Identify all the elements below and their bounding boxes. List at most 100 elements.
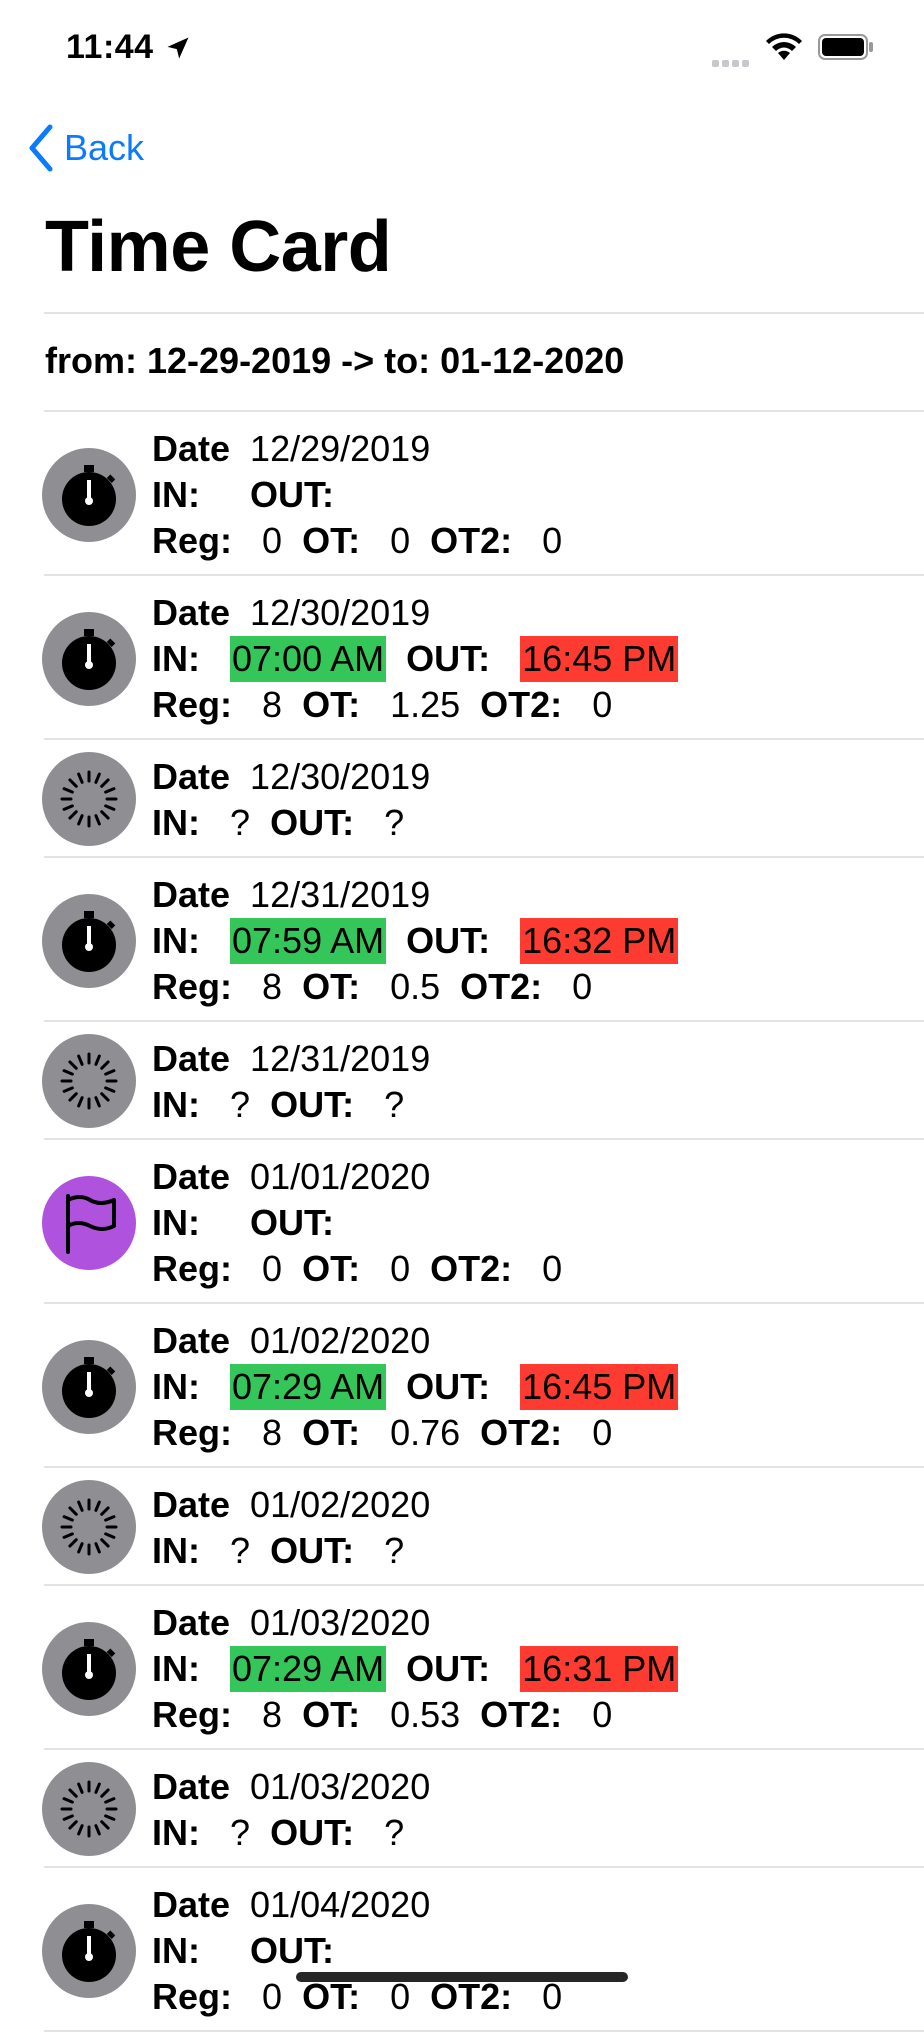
pending-icon [42, 752, 136, 846]
clock-in-time: ? [230, 1530, 251, 1571]
clock-out-time: 16:45 PM [520, 636, 679, 682]
pending-icon [42, 1762, 136, 1856]
ot-label: OT: [302, 1412, 361, 1453]
date-label: Date [152, 428, 231, 469]
time-entry-row[interactable]: Date 12/31/2019 IN: ? OUT: ? [42, 1022, 924, 1140]
entry-date: 12/29/2019 [250, 428, 431, 469]
clock-in-time: 07:29 AM [230, 1364, 387, 1410]
reg-label: Reg: [152, 684, 232, 725]
time-entry-row[interactable]: Date 12/30/2019 IN: 07:00 AM OUT: 16:45 P… [42, 576, 924, 740]
time-entry-row[interactable]: Date 01/01/2020 IN: OUT: Reg: 0 OT: 0 OT2… [42, 1140, 924, 1304]
clock-in-time: ? [230, 802, 251, 843]
divider [44, 312, 924, 314]
time-entry-row[interactable]: Date 01/02/2020 IN: 07:29 AM OUT: 16:45 P… [42, 1304, 924, 1468]
time-entry-row[interactable]: Date 01/03/2020 IN: 07:29 AM OUT: 16:31 P… [42, 1586, 924, 1750]
overtime-hours: 1.25 [390, 684, 461, 725]
in-label: IN: [152, 1812, 200, 1853]
clock-out-time: 16:32 PM [520, 918, 679, 964]
date-label: Date [152, 1156, 231, 1197]
entry-date: 12/31/2019 [250, 874, 431, 915]
cellular-signal-icon [712, 54, 752, 72]
clock-out-time: ? [384, 1812, 405, 1853]
reg-label: Reg: [152, 1412, 232, 1453]
overtime2-hours: 0 [542, 520, 563, 561]
date-label: Date [152, 1766, 231, 1807]
page-title: Time Card [45, 207, 392, 287]
overtime2-hours: 0 [542, 1248, 563, 1289]
stopwatch-icon [42, 1340, 136, 1434]
out-label: OUT: [270, 1530, 355, 1571]
entry-details: Date 12/30/2019 IN: ? OUT: ? [152, 754, 430, 846]
ot-label: OT: [302, 520, 361, 561]
in-label: IN: [152, 1930, 200, 1971]
time-entry-list[interactable]: Date 12/29/2019 IN: OUT: Reg: 0 OT: 0 OT2… [0, 412, 924, 2032]
entry-date: 01/01/2020 [250, 1156, 431, 1197]
out-label: OUT: [270, 1812, 355, 1853]
reg-label: Reg: [152, 1976, 232, 2017]
overtime-hours: 0 [390, 520, 411, 561]
in-label: IN: [152, 638, 200, 679]
stopwatch-icon [42, 1622, 136, 1716]
date-label: Date [152, 1038, 231, 1079]
in-label: IN: [152, 1084, 200, 1125]
entry-date: 01/02/2020 [250, 1484, 431, 1525]
entry-date: 01/02/2020 [250, 1320, 431, 1361]
time-entry-row[interactable]: Date 01/02/2020 IN: ? OUT: ? [42, 1468, 924, 1586]
overtime2-hours: 0 [592, 684, 613, 725]
time-entry-row[interactable]: Date 12/31/2019 IN: 07:59 AM OUT: 16:32 P… [42, 858, 924, 1022]
ot2-label: OT2: [460, 966, 543, 1007]
out-label: OUT: [406, 1366, 491, 1407]
chevron-left-icon [29, 124, 53, 172]
ot2-label: OT2: [480, 1694, 563, 1735]
out-label: OUT: [250, 1930, 335, 1971]
clock-out-time: 16:45 PM [520, 1364, 679, 1410]
reg-label: Reg: [152, 1248, 232, 1289]
date-label: Date [152, 874, 231, 915]
entry-details: Date 01/03/2020 IN: ? OUT: ? [152, 1764, 430, 1856]
in-label: IN: [152, 474, 200, 515]
back-label: Back [64, 127, 145, 168]
date-range: from: 12-29-2019 -> to: 01-12-2020 [45, 340, 625, 381]
regular-hours: 0 [262, 520, 283, 561]
entry-details: Date 01/02/2020 IN: ? OUT: ? [152, 1482, 430, 1574]
entry-details: Date 12/30/2019 IN: 07:00 AM OUT: 16:45 P… [152, 590, 679, 728]
out-label: OUT: [406, 638, 491, 679]
time-entry-row[interactable]: Date 12/30/2019 IN: ? OUT: ? [42, 740, 924, 858]
time-entry-row[interactable]: Date 01/03/2020 IN: ? OUT: ? [42, 1750, 924, 1868]
clock-out-time: ? [384, 802, 405, 843]
in-label: IN: [152, 920, 200, 961]
in-label: IN: [152, 1530, 200, 1571]
entry-date: 12/31/2019 [250, 1038, 431, 1079]
in-label: IN: [152, 802, 200, 843]
ot2-label: OT2: [480, 684, 563, 725]
overtime2-hours: 0 [592, 1412, 613, 1453]
in-label: IN: [152, 1648, 200, 1689]
overtime-hours: 0 [390, 1248, 411, 1289]
regular-hours: 8 [262, 684, 283, 725]
date-label: Date [152, 1320, 231, 1361]
entry-details: Date 01/03/2020 IN: 07:29 AM OUT: 16:31 P… [152, 1600, 679, 1738]
out-label: OUT: [250, 1202, 335, 1243]
in-label: IN: [152, 1366, 200, 1407]
date-label: Date [152, 756, 231, 797]
stopwatch-icon [42, 448, 136, 542]
clock-in-time: 07:59 AM [230, 918, 387, 964]
date-label: Date [152, 1484, 231, 1525]
entry-date: 01/03/2020 [250, 1602, 431, 1643]
ot-label: OT: [302, 1694, 361, 1735]
overtime-hours: 0.5 [390, 966, 441, 1007]
overtime2-hours: 0 [572, 966, 593, 1007]
overtime-hours: 0.53 [390, 1694, 461, 1735]
ot2-label: OT2: [480, 1412, 563, 1453]
clock-out-time: 16:31 PM [520, 1646, 679, 1692]
time-entry-row[interactable]: Date 01/04/2020 IN: OUT: Reg: 0 OT: 0 OT2… [42, 1868, 924, 2032]
time-entry-row[interactable]: Date 12/29/2019 IN: OUT: Reg: 0 OT: 0 OT2… [42, 412, 924, 576]
out-label: OUT: [406, 920, 491, 961]
date-label: Date [152, 1884, 231, 1925]
reg-label: Reg: [152, 520, 232, 561]
out-label: OUT: [270, 802, 355, 843]
regular-hours: 8 [262, 966, 283, 1007]
entry-date: 01/04/2020 [250, 1884, 431, 1925]
out-label: OUT: [270, 1084, 355, 1125]
back-button[interactable]: Back [26, 120, 144, 176]
